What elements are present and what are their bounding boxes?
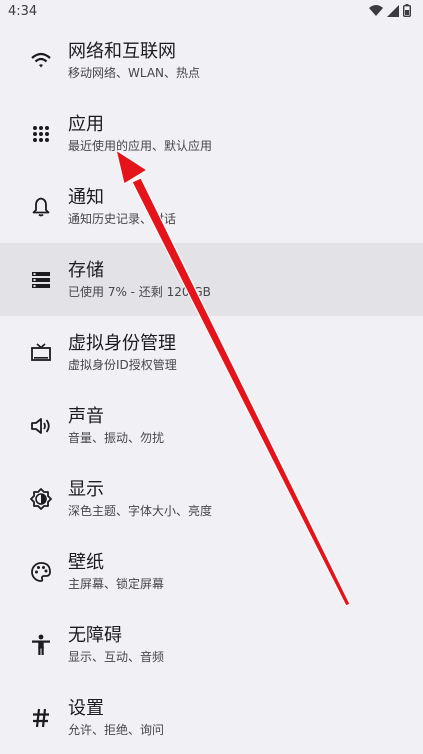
brightness-icon xyxy=(29,487,53,511)
settings-item-subtitle: 显示、互动、音频 xyxy=(68,649,165,664)
bell-icon xyxy=(29,195,53,219)
settings-item-display[interactable]: 显示 深色主题、字体大小、亮度 xyxy=(0,462,423,535)
settings-item-notifications[interactable]: 通知 通知历史记录、对话 xyxy=(0,170,423,243)
hash-icon xyxy=(29,706,53,730)
settings-item-settings[interactable]: 设置 允许、拒绝、询问 xyxy=(0,681,423,754)
accessibility-icon xyxy=(29,633,53,657)
settings-item-title: 设置 xyxy=(68,697,104,719)
storage-icon xyxy=(29,268,53,292)
status-time: 4:34 xyxy=(8,4,38,19)
settings-item-subtitle: 通知历史记录、对话 xyxy=(68,211,177,226)
settings-item-accessibility[interactable]: 无障碍 显示、互动、音频 xyxy=(0,608,423,681)
settings-list: 网络和互联网 移动网络、WLAN、热点 应用 最近使用的应用、默认应用 通知 通… xyxy=(0,24,423,754)
apps-grid-icon xyxy=(29,122,53,146)
tv-icon xyxy=(29,341,53,365)
settings-item-title: 无障碍 xyxy=(68,624,122,646)
settings-item-subtitle: 音量、振动、勿扰 xyxy=(68,430,165,445)
settings-item-title: 通知 xyxy=(68,186,104,208)
settings-item-title: 虚拟身份管理 xyxy=(68,332,176,354)
settings-item-wallpaper[interactable]: 壁纸 主屏幕、锁定屏幕 xyxy=(0,535,423,608)
settings-item-virtual-identity[interactable]: 虚拟身份管理 虚拟身份ID授权管理 xyxy=(0,316,423,389)
settings-item-apps[interactable]: 应用 最近使用的应用、默认应用 xyxy=(0,97,423,170)
settings-item-subtitle: 已使用 7% - 还剩 120 GB xyxy=(68,284,211,299)
settings-item-subtitle: 主屏幕、锁定屏幕 xyxy=(68,576,165,591)
settings-item-storage[interactable]: 存储 已使用 7% - 还剩 120 GB xyxy=(0,243,423,316)
settings-item-subtitle: 最近使用的应用、默认应用 xyxy=(68,138,213,153)
cell-signal-icon xyxy=(387,4,399,17)
status-bar: 4:34 xyxy=(0,0,423,24)
battery-icon xyxy=(403,4,411,17)
settings-item-title: 应用 xyxy=(68,113,104,135)
settings-item-title: 网络和互联网 xyxy=(68,40,176,62)
palette-icon xyxy=(29,560,53,584)
settings-item-title: 声音 xyxy=(68,405,104,427)
settings-item-network[interactable]: 网络和互联网 移动网络、WLAN、热点 xyxy=(0,24,423,97)
settings-item-subtitle: 虚拟身份ID授权管理 xyxy=(68,357,177,372)
settings-item-subtitle: 深色主题、字体大小、亮度 xyxy=(68,503,213,518)
settings-item-subtitle: 移动网络、WLAN、热点 xyxy=(68,65,201,80)
settings-item-sound[interactable]: 声音 音量、振动、勿扰 xyxy=(0,389,423,462)
volume-icon xyxy=(29,414,53,438)
wifi-signal-icon xyxy=(369,4,383,16)
settings-item-title: 壁纸 xyxy=(68,551,104,573)
settings-item-title: 显示 xyxy=(68,478,104,500)
settings-item-title: 存储 xyxy=(68,259,104,281)
wifi-icon xyxy=(29,49,53,73)
settings-item-subtitle: 允许、拒绝、询问 xyxy=(68,722,165,737)
system-icons xyxy=(369,4,411,17)
